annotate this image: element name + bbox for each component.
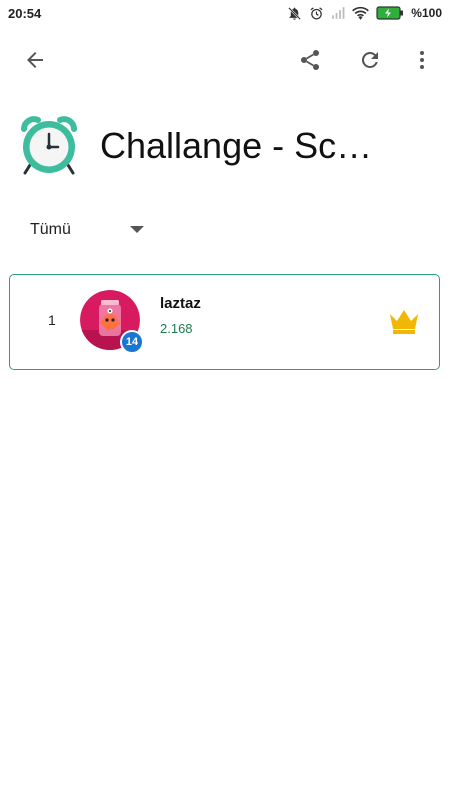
status-bar: 20:54 %100 — [0, 0, 450, 26]
more-vert-icon — [420, 51, 424, 69]
signal-icon — [332, 7, 345, 19]
alarm-clock-icon — [21, 116, 77, 175]
page-title: Challange - Sco… — [100, 125, 390, 166]
share-icon — [301, 50, 319, 70]
share-button[interactable] — [290, 40, 330, 80]
rank-number: 1 — [48, 312, 56, 328]
wifi-icon — [352, 6, 370, 20]
more-options-button[interactable] — [402, 40, 442, 80]
alarm-icon — [310, 6, 323, 19]
leaderboard-row[interactable]: 1 14 laztaz 2.168 — [9, 274, 440, 370]
level-badge: 14 — [120, 330, 144, 354]
challenge-header: Challange - Sco… — [16, 112, 436, 180]
battery-percentage: %100 — [411, 6, 442, 20]
filter-selected-value: Tümü — [30, 221, 71, 238]
username: laztaz — [160, 295, 201, 312]
refresh-icon — [361, 51, 378, 68]
filter-dropdown[interactable]: Tümü — [30, 214, 150, 246]
crown-icon — [390, 310, 418, 334]
status-time: 20:54 — [8, 5, 42, 21]
battery-charging-icon — [376, 6, 404, 20]
app-bar — [0, 36, 450, 84]
back-button[interactable] — [15, 40, 55, 80]
avatar: 14 — [80, 290, 144, 354]
refresh-button[interactable] — [350, 40, 390, 80]
back-arrow-icon — [27, 52, 43, 68]
dropdown-arrow-icon — [130, 226, 144, 233]
score: 2.168 — [160, 321, 193, 336]
status-icons: %100 — [287, 6, 442, 21]
mute-notification-icon — [288, 6, 302, 20]
